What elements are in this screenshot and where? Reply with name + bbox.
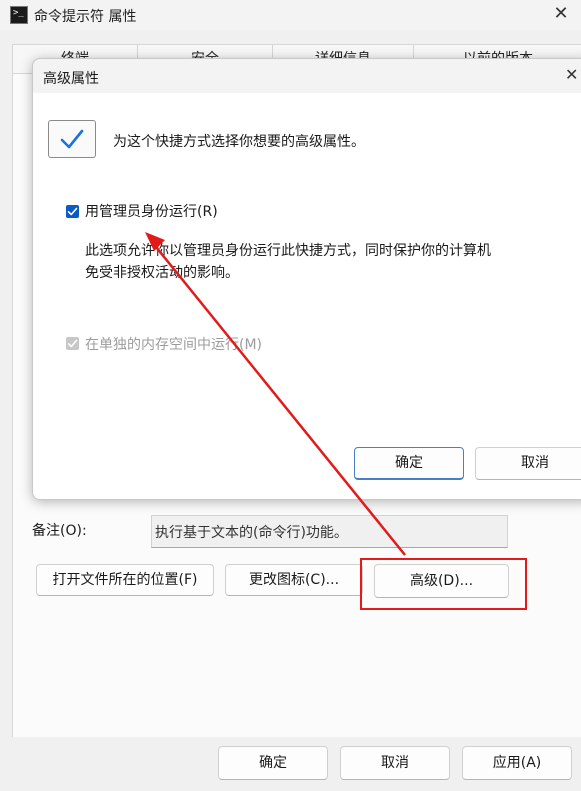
comment-label: 备注(O):	[32, 523, 87, 539]
open-file-location-button[interactable]: 打开文件所在的位置(F)	[36, 564, 214, 596]
run-as-admin-label[interactable]: 用管理员身份运行(R)	[85, 201, 218, 221]
command-prompt-icon: >_	[10, 6, 28, 24]
annotation-highlight-box	[360, 558, 527, 610]
command-prompt-glyph: >_	[13, 8, 24, 18]
checkmark-glyph	[60, 129, 84, 149]
dialog-title: 高级属性	[43, 71, 99, 87]
dialog-close-icon[interactable]: ✕	[565, 65, 578, 84]
ok-button[interactable]: 确定	[218, 746, 328, 780]
separate-memory-checkbox	[66, 337, 79, 350]
comment-field[interactable]: 执行基于文本的(命令行)功能。	[151, 515, 508, 548]
run-as-admin-checkbox[interactable]	[66, 205, 79, 218]
dialog-cancel-button[interactable]: 取消	[475, 447, 581, 480]
dialog-body: 为这个快捷方式选择你想要的高级属性。 用管理员身份运行(R) 此选项允许你以管理…	[33, 93, 581, 499]
window-title: 命令提示符 属性	[34, 9, 137, 25]
cancel-button[interactable]: 取消	[340, 746, 450, 780]
change-icon-button[interactable]: 更改图标(C)...	[225, 564, 363, 596]
window-close-icon[interactable]: ✕	[549, 2, 573, 26]
dialog-ok-button[interactable]: 确定	[354, 447, 464, 480]
advanced-properties-dialog: 高级属性 ✕ 为这个快捷方式选择你想要的高级属性。 用管理员身份运行(R) 此选…	[32, 58, 581, 500]
separate-memory-label: 在单独的内存空间中运行(M)	[85, 337, 263, 353]
check-icon	[67, 207, 78, 216]
run-as-admin-description: 此选项允许你以管理员身份运行此快捷方式，同时保护你的计算机 免受非授权活动的影响…	[85, 243, 491, 281]
checkmark-icon	[48, 120, 96, 158]
check-icon	[67, 339, 78, 348]
dialog-header-text: 为这个快捷方式选择你想要的高级属性。	[113, 134, 365, 150]
apply-button[interactable]: 应用(A)	[462, 746, 572, 780]
